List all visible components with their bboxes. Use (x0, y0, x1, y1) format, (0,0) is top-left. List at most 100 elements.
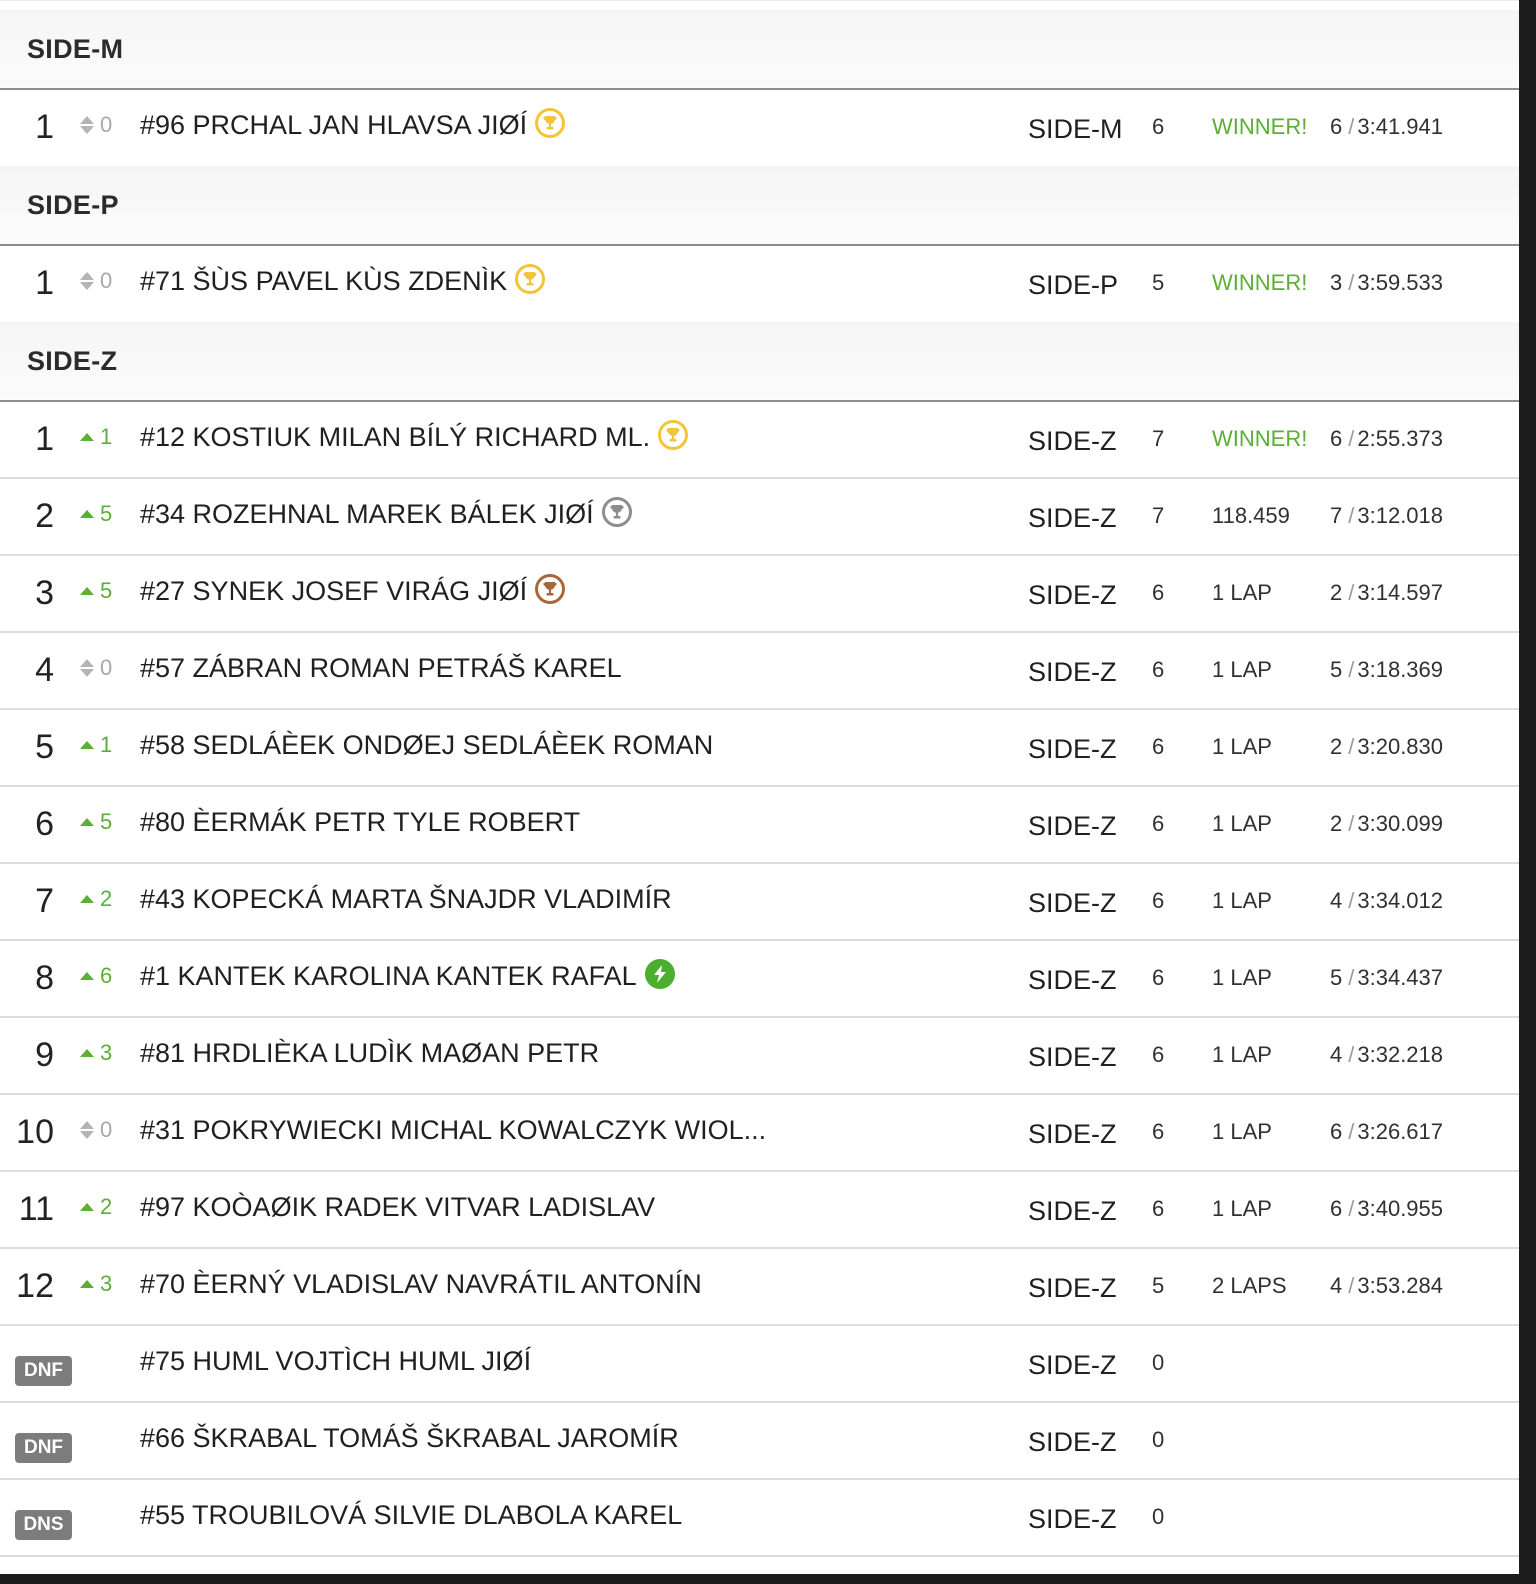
class-label: SIDE-Z (1028, 1427, 1117, 1457)
crew-name-text: #97 KOÒAØIK RADEK VITVAR LADISLAV (140, 1192, 656, 1222)
best-lap: 2/3:14.597 (1330, 580, 1443, 606)
class-label: SIDE-Z (1028, 657, 1117, 687)
crew-name[interactable]: #31 POKRYWIECKI MICHAL KOWALCZYK WIOL... (140, 1115, 766, 1146)
result-row[interactable]: 6 5 #80 ÈERMÁK PETR TYLE ROBERT SIDE-Z 6 1 LA… (0, 787, 1519, 864)
no-change-icon (80, 659, 94, 677)
crew-name-text: #34 ROZEHNAL MAREK BÁLEK JIØÍ (140, 499, 594, 529)
crew-name-text: #12 KOSTIUK MILAN BÍLÝ RICHARD ML. (140, 422, 651, 452)
position-up-icon (80, 510, 94, 518)
crew-name[interactable]: #70 ÈERNÝ VLADISLAV NAVRÁTIL ANTONÍN (140, 1269, 702, 1300)
best-lap-time: 3:14.597 (1357, 580, 1444, 605)
position-change-value: 3 (100, 1271, 113, 1296)
best-lap-number: 6 (1330, 426, 1343, 451)
class-label: SIDE-Z (1028, 1504, 1117, 1534)
crew-name[interactable]: #58 SEDLÁÈEK ONDØEJ SEDLÁÈEK ROMAN (140, 730, 713, 761)
position: 7 (35, 882, 54, 920)
group-header-side-p: SIDE-P (0, 166, 1519, 246)
position-change-value: 5 (100, 809, 113, 834)
crew-name[interactable]: #12 KOSTIUK MILAN BÍLÝ RICHARD ML. (140, 419, 689, 453)
separator: / (1348, 888, 1355, 913)
best-lap: 4/3:53.284 (1330, 1273, 1443, 1299)
best-lap-number: 6 (1330, 114, 1343, 139)
result-row[interactable]: DNF #75 HUML VOJTÌCH HUML JIØÍ SIDE-Z 0 (0, 1326, 1519, 1403)
best-lap-time: 3:26.617 (1357, 1119, 1444, 1144)
position: 5 (35, 728, 54, 766)
result-row[interactable]: 5 1 #58 SEDLÁÈEK ONDØEJ SEDLÁÈEK ROMAN SIDE… (0, 710, 1519, 787)
crew-name[interactable]: #80 ÈERMÁK PETR TYLE ROBERT (140, 807, 580, 838)
crew-name-text: #57 ZÁBRAN ROMAN PETRÁŠ KAREL (140, 653, 622, 683)
crew-name[interactable]: #57 ZÁBRAN ROMAN PETRÁŠ KAREL (140, 653, 622, 684)
crew-name[interactable]: #34 ROZEHNAL MAREK BÁLEK JIØÍ (140, 496, 632, 530)
best-lap-time: 3:34.012 (1357, 888, 1444, 913)
crew-name[interactable]: #66 ŠKRABAL TOMÁŠ ŠKRABAL JAROMÍR (140, 1423, 679, 1454)
best-lap: 4/3:34.012 (1330, 888, 1443, 914)
crew-name[interactable]: #55 TROUBILOVÁ SILVIE DLABOLA KAREL (140, 1500, 682, 1531)
result-row[interactable]: 12 3 #70 ÈERNÝ VLADISLAV NAVRÁTIL ANTONÍN S… (0, 1249, 1519, 1326)
result-row[interactable]: 2 5 #34 ROZEHNAL MAREK BÁLEK JIØÍ SIDE-Z 7 11… (0, 479, 1519, 556)
result-row[interactable]: 3 5 #27 SYNEK JOSEF VIRÁG JIØÍ SIDE-Z 6 1 LAP… (0, 556, 1519, 633)
separator: / (1348, 503, 1355, 528)
result-row[interactable]: 7 2 #43 KOPECKÁ MARTA ŠNAJDR VLADIMÍR SIDE-… (0, 864, 1519, 941)
class-label: SIDE-Z (1028, 1042, 1117, 1072)
gap-value: 1 LAP (1212, 1196, 1272, 1221)
position-change-value: 0 (100, 1117, 113, 1142)
crew-name[interactable]: #96 PRCHAL JAN HLAVSA JIØÍ (140, 107, 566, 141)
laps-count: 0 (1152, 1350, 1165, 1375)
position-change-value: 6 (100, 963, 113, 988)
best-lap-time: 3:30.099 (1357, 811, 1444, 836)
position: 12 (16, 1267, 54, 1305)
position-change-value: 1 (100, 732, 113, 757)
best-lap-time: 3:40.955 (1357, 1196, 1444, 1221)
best-lap-time: 3:59.533 (1357, 270, 1444, 295)
crew-name-text: #80 ÈERMÁK PETR TYLE ROBERT (140, 807, 581, 837)
separator: / (1348, 270, 1355, 295)
gap-value: WINNER! (1212, 426, 1308, 451)
status-badge: DNF (15, 1356, 72, 1386)
crew-name-text: #70 ÈERNÝ VLADISLAV NAVRÁTIL ANTONÍN (140, 1269, 702, 1299)
position-up-icon (80, 818, 94, 826)
crew-name[interactable]: #1 KANTEK KAROLINA KANTEK RAFAL (140, 958, 675, 992)
position: 3 (35, 574, 54, 612)
laps-count: 6 (1152, 734, 1165, 759)
best-lap-number: 5 (1330, 965, 1343, 990)
result-row[interactable]: 1 1 #12 KOSTIUK MILAN BÍLÝ RICHARD ML. SIDE… (0, 402, 1519, 479)
crew-name-text: #27 SYNEK JOSEF VIRÁG JIØÍ (140, 576, 528, 606)
best-lap: 6/3:41.941 (1330, 114, 1443, 140)
gap-value: 1 LAP (1212, 965, 1272, 990)
position: 1 (35, 264, 54, 302)
crew-name[interactable]: #81 HRDLIÈKA LUDÌK MAØAN PETR (140, 1038, 599, 1069)
gap-value: 1 LAP (1212, 811, 1272, 836)
crew-name-text: #58 SEDLÁÈEK ONDØEJ SEDLÁÈEK ROMAN (140, 730, 714, 760)
position-change: 2 (80, 1194, 112, 1220)
crew-name[interactable]: #27 SYNEK JOSEF VIRÁG JIØÍ (140, 573, 566, 607)
result-row[interactable]: DNS #55 TROUBILOVÁ SILVIE DLABOLA KAREL SI… (0, 1480, 1519, 1557)
best-lap: 5/3:18.369 (1330, 657, 1443, 683)
best-lap: 4/3:32.218 (1330, 1042, 1443, 1068)
result-row[interactable]: 8 6 #1 KANTEK KAROLINA KANTEK RAFAL SIDE-Z 6… (0, 941, 1519, 1018)
laps-count: 6 (1152, 1196, 1165, 1221)
result-row[interactable]: 1 0 #96 PRCHAL JAN HLAVSA JIØÍ SIDE-M 6 WINNE… (0, 90, 1519, 166)
crew-name[interactable]: #97 KOÒAØIK RADEK VITVAR LADISLAV (140, 1192, 655, 1223)
position-change: 3 (80, 1271, 112, 1297)
result-row[interactable]: 11 2 #97 KOÒAØIK RADEK VITVAR LADISLAV SIDE… (0, 1172, 1519, 1249)
position-change-value: 5 (100, 501, 113, 526)
class-label: SIDE-Z (1028, 1350, 1117, 1380)
position-change-value: 0 (100, 655, 113, 680)
crew-name-text: #71 ŠÙS PAVEL KÙS ZDENÌK (140, 266, 508, 296)
crew-name[interactable]: #75 HUML VOJTÌCH HUML JIØÍ (140, 1346, 531, 1377)
crew-name[interactable]: #71 ŠÙS PAVEL KÙS ZDENÌK (140, 263, 546, 297)
crew-name[interactable]: #43 KOPECKÁ MARTA ŠNAJDR VLADIMÍR (140, 884, 672, 915)
position-up-icon (80, 433, 94, 441)
best-lap: 2/3:30.099 (1330, 811, 1443, 837)
laps-count: 6 (1152, 965, 1165, 990)
best-lap-time: 3:12.018 (1357, 503, 1444, 528)
class-label: SIDE-Z (1028, 888, 1117, 918)
result-row[interactable]: 4 0 #57 ZÁBRAN ROMAN PETRÁŠ KAREL SIDE-Z 6 1 … (0, 633, 1519, 710)
separator: / (1348, 965, 1355, 990)
result-row[interactable]: 9 3 #81 HRDLIÈKA LUDÌK MAØAN PETR SIDE-Z 6 1 … (0, 1018, 1519, 1095)
laps-count: 6 (1152, 657, 1165, 682)
no-change-icon (80, 1121, 94, 1139)
result-row[interactable]: 1 0 #71 ŠÙS PAVEL KÙS ZDENÌK SIDE-P 5 WINNER!… (0, 246, 1519, 322)
result-row[interactable]: DNF #66 ŠKRABAL TOMÁŠ ŠKRABAL JAROMÍR SIDE… (0, 1403, 1519, 1480)
result-row[interactable]: 10 0 #31 POKRYWIECKI MICHAL KOWALCZYK WIOL… (0, 1095, 1519, 1172)
